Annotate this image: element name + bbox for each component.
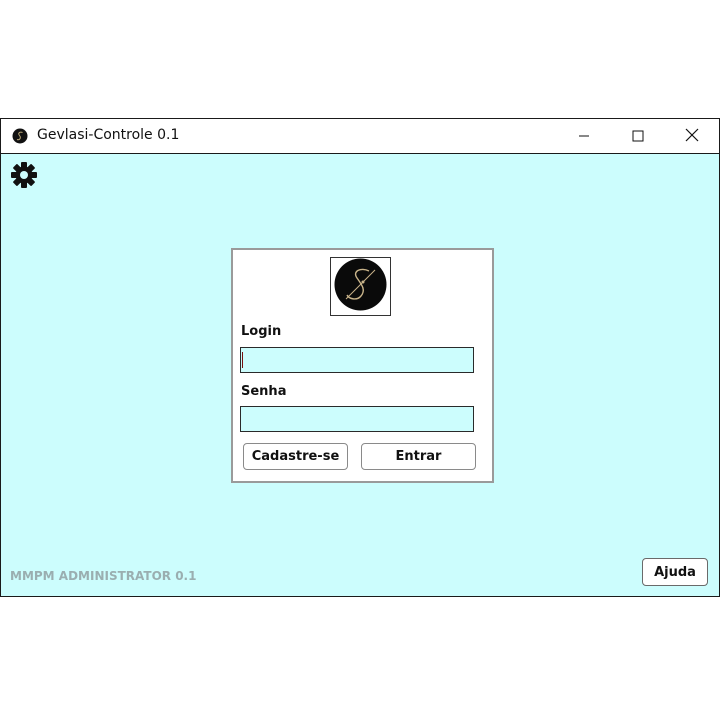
app-logo-icon [12, 128, 28, 144]
window-title: Gevlasi-Controle 0.1 [37, 127, 180, 143]
help-button[interactable]: Ajuda [642, 558, 708, 586]
login-input[interactable] [240, 347, 474, 373]
gear-icon[interactable] [10, 161, 38, 189]
login-button[interactable]: Entrar [361, 443, 476, 470]
title-bar[interactable]: Gevlasi-Controle 0.1 [1, 119, 719, 154]
senha-input[interactable] [240, 406, 474, 432]
text-caret [242, 352, 243, 368]
minimize-icon [578, 127, 590, 146]
login-panel: Login Senha Cadastre-se Entrar [231, 248, 494, 483]
logo [330, 257, 391, 316]
client-area: Login Senha Cadastre-se Entrar MMPM ADMI… [1, 154, 719, 596]
close-icon [685, 127, 699, 146]
login-label: Login [241, 324, 282, 339]
close-button[interactable] [665, 119, 719, 153]
version-label: MMPM ADMINISTRATOR 0.1 [10, 569, 197, 583]
s-logo-icon [333, 257, 388, 316]
senha-label: Senha [241, 384, 287, 399]
app-window: Gevlasi-Controle 0.1 Login Senha Cadastr… [0, 118, 720, 597]
minimize-button[interactable] [557, 119, 611, 153]
register-button[interactable]: Cadastre-se [243, 443, 348, 470]
maximize-button[interactable] [611, 119, 665, 153]
maximize-icon [632, 127, 644, 146]
